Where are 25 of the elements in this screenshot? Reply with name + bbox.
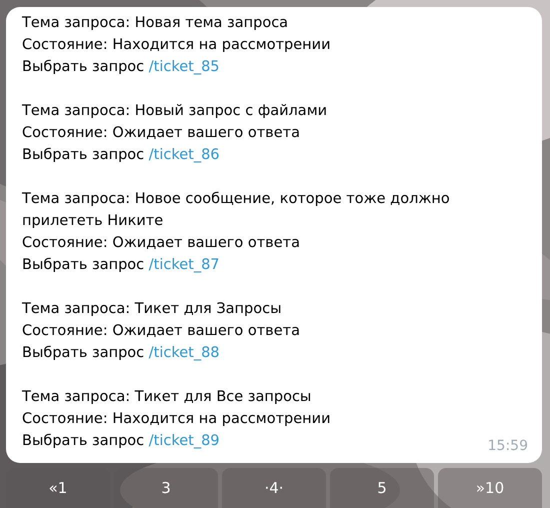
ticket-link[interactable]: /ticket_87 <box>148 257 220 273</box>
status-text: Состояние: Ожидает вашего ответа <box>22 124 301 143</box>
topic-text: Тема запроса: Новое сообщение, которое тоже должно прилететь Никите <box>22 190 451 231</box>
page-button[interactable]: ·4· <box>222 468 326 508</box>
ticket-link[interactable]: /ticket_85 <box>148 59 220 75</box>
page-button[interactable]: 5 <box>330 468 434 508</box>
select-request-text: Выбрать запрос /ticket_87 <box>22 256 221 275</box>
ticket-link[interactable]: /ticket_86 <box>148 147 220 163</box>
select-request-text: Выбрать запрос /ticket_89 <box>22 432 221 451</box>
select-request-text: Выбрать запрос /ticket_88 <box>22 344 221 363</box>
status-text: Состояние: Ожидает вашего ответа <box>22 322 301 341</box>
status-text: Состояние: Находится на рассмотрении <box>22 410 332 429</box>
page-button[interactable]: 3 <box>114 468 218 508</box>
topic-text: Тема запроса: Тикет для Запросы <box>22 300 283 319</box>
ticket-link[interactable]: /ticket_88 <box>148 345 220 361</box>
topic-text: Тема запроса: Новая тема запроса <box>22 14 290 33</box>
status-text: Состояние: Находится на рассмотрении <box>22 36 332 55</box>
select-request-text: Выбрать запрос /ticket_86 <box>22 146 221 165</box>
ticket-link[interactable]: /ticket_89 <box>148 433 220 449</box>
topic-text: Тема запроса: Новый запрос с файлами <box>22 102 328 121</box>
message-time: 15:59 <box>488 437 528 456</box>
select-request-text: Выбрать запрос /ticket_85 <box>22 58 221 77</box>
topic-text: Тема запроса: Тикет для Все запросы <box>22 388 312 407</box>
page-button[interactable]: »10 <box>438 468 542 508</box>
status-text: Состояние: Ожидает вашего ответа <box>22 234 301 253</box>
